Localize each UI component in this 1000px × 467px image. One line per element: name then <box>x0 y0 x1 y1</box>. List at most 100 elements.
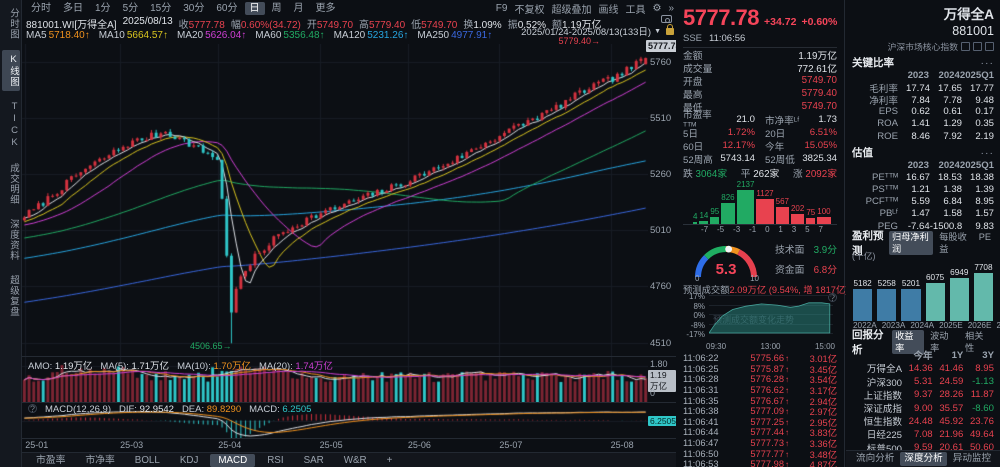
section-title-盈利预测: 盈利预测 归母净利润 每股收益 PE <box>852 230 994 257</box>
indicator-tab-市盈率[interactable]: 市盈率 <box>28 454 73 467</box>
more-icon[interactable]: ··· <box>981 147 995 159</box>
tool-画线[interactable]: 画线 <box>598 1 618 16</box>
vol-legend-item: MA(5): 1.71万亿 <box>100 361 170 372</box>
histogram-tick: 0 <box>765 225 770 234</box>
sidebar-item-TICK[interactable]: TICK <box>2 97 20 153</box>
index-name: 万得全A <box>943 7 994 22</box>
tool-不复权[interactable]: 不复权 <box>514 1 544 16</box>
earnings-tab-PE[interactable]: PE <box>976 231 994 255</box>
earnings-tab-每股收益[interactable]: 每股收益 <box>936 231 973 255</box>
add-icon[interactable] <box>985 42 994 51</box>
edit-icon[interactable] <box>961 42 970 51</box>
histogram-tick: 5 <box>805 225 810 234</box>
macd-legend-item: DEA: 89.8290 <box>181 404 242 415</box>
histogram-bar: 75 <box>806 208 816 224</box>
histogram-bar: 567 <box>775 197 789 224</box>
macd-badge: 6.2505 <box>648 416 678 426</box>
exchange-label: SSE <box>683 33 703 44</box>
indicator-tab-MACD[interactable]: MACD <box>210 453 256 467</box>
kline-panel: 分时 多日 1分 5分 15分 30分 60分日周月更多 F9 不复权 超级叠加 画线 工具 ⚙ » 2… <box>22 0 683 467</box>
more-icon[interactable]: ··· <box>981 57 995 69</box>
time-tick: 25-05 <box>319 440 343 450</box>
gauge-min: 0 <box>695 274 700 283</box>
symbol-label: 881001.WI[万得全A] <box>26 20 117 31</box>
indicator-tab-BOLL[interactable]: BOLL <box>127 454 168 467</box>
ratio-row: 5日 1.72% 20日 6.51% <box>683 127 837 140</box>
add-indicator-icon[interactable]: + <box>379 454 401 467</box>
period-tab-30分[interactable]: 30分 <box>178 2 209 15</box>
analysis-tab-流向分析[interactable]: 流向分析 <box>852 452 898 466</box>
indicator-tab-SAR[interactable]: SAR <box>296 454 332 467</box>
index-category-row: 沪深市场核心指数 <box>852 41 994 52</box>
earnings-tab-归母净利润[interactable]: 归母净利润 <box>889 230 934 255</box>
time-axis: 25-01 25-03 25-04 25-05 25-06 25-07 25-08 <box>22 438 676 451</box>
expand-icon[interactable]: » <box>668 3 674 14</box>
histogram-bar: 14 <box>699 211 709 224</box>
indicator-tab-KDJ[interactable]: KDJ <box>172 454 207 467</box>
section-title-估值: 估值 ··· <box>852 146 995 160</box>
histogram-tick: -1 <box>749 225 757 234</box>
histogram-tick: -3 <box>733 225 741 234</box>
candlestick-chart[interactable] <box>22 44 648 356</box>
period-tab-60分[interactable]: 60分 <box>211 2 242 15</box>
indicator-tab-W&R[interactable]: W&R <box>336 454 375 467</box>
trade-date: 2025/08/13 <box>122 16 173 27</box>
tool-F9[interactable]: F9 <box>496 3 508 14</box>
tool-工具[interactable]: 工具 <box>625 1 645 16</box>
forecast-x-tick: 09:30 <box>706 342 727 351</box>
period-tab-15分[interactable]: 15分 <box>145 2 176 15</box>
period-tab-月[interactable]: 月 <box>289 2 309 15</box>
table-row: 毛利率 17.74 17.65 17.77 <box>869 82 994 96</box>
period-tab-5分[interactable]: 5分 <box>118 2 144 15</box>
table-row: 净利率 7.84 7.78 9.48 <box>869 94 994 108</box>
volume-legend: AMO: 1.19万亿 MA(5): 1.71万亿 MA(10): 1.70万亿 MA… <box>28 358 333 372</box>
quote-field-收: 收5777.78 <box>178 20 225 31</box>
indicator-tab-RSI[interactable]: RSI <box>259 454 291 467</box>
vol-legend-item: MA(20): 1.74万亿 <box>259 361 333 372</box>
time-tick: 25-01 <box>25 440 49 450</box>
decliners-count: 3064家 <box>695 169 728 180</box>
analytics-panel: 万得全A 881001 沪深市场核心指数 关键比率 ··· 2023 2024 2025… <box>846 0 1000 467</box>
analysis-tab-深度分析[interactable]: 深度分析 <box>900 452 947 466</box>
help-icon[interactable]: ? <box>28 404 37 414</box>
period-tabs: 分时 多日 1分 5分 15分 30分 60分日周月更多 <box>26 1 341 15</box>
quote-time: 11:06:56 <box>709 33 746 44</box>
ma-label-MA60: MA60 5356.48↑ <box>255 30 325 41</box>
period-tab-多日[interactable]: 多日 <box>58 2 88 15</box>
last-price: 5777.78 <box>683 5 760 30</box>
histogram-axis: -7 -5 -3 -1 0 1 3 5 7 <box>683 225 837 235</box>
screenshot-icon[interactable] <box>661 15 672 23</box>
gear-icon[interactable]: ⚙ <box>652 3 661 14</box>
ratio-row: 52周高 5743.14 52周低 3825.34 <box>683 153 837 166</box>
sidebar-item-K线图[interactable]: K线图 <box>2 49 20 91</box>
period-tab-1分[interactable]: 1分 <box>90 2 116 15</box>
time-sales-list[interactable]: 11:06:22 5775.66↑ 3.01亿 11:06:25 5775.87↑ 3.4… <box>676 353 844 467</box>
returns-row-深证成指: 深证成指 9.00 35.57 -8.60 <box>863 402 994 416</box>
sidebar-item-深度资料[interactable]: 深度资料 <box>2 215 20 265</box>
sidebar-item-超级复盘[interactable]: 超级复盘 <box>2 271 20 321</box>
time-tick: 25-08 <box>610 440 634 450</box>
sidebar-item-成交明细[interactable]: 成交明细 <box>2 159 20 209</box>
table-row: PEᵀᵀᴹ 16.67 18.53 18.38 <box>872 171 994 183</box>
period-tab-日[interactable]: 日 <box>244 1 265 15</box>
quote-field-额: 额1.19万亿 <box>552 20 602 31</box>
analysis-tab-异动监控[interactable]: 异动监控 <box>949 452 995 466</box>
histogram-bar: 100 <box>817 207 831 224</box>
histogram-bar: 4 <box>693 212 698 224</box>
period-tab-分时[interactable]: 分时 <box>26 2 56 15</box>
sidebar-item-分时图[interactable]: 分时图 <box>2 4 20 44</box>
earnings-bar: 5201 <box>901 279 921 322</box>
tool-超级叠加[interactable]: 超级叠加 <box>551 1 591 16</box>
indicator-tab-市净率[interactable]: 市净率 <box>77 454 122 467</box>
chart-icon[interactable] <box>973 42 982 51</box>
volume-axis-zero: 0 <box>650 388 656 398</box>
price-tick: 5010 <box>650 225 672 237</box>
price-tick: 5760 <box>650 56 672 68</box>
sentiment-gauge: 5.3 0 10 <box>683 237 769 283</box>
market-breadth: 跌 3064家 平 262家 涨 2092家 <box>683 169 837 180</box>
period-tab-更多[interactable]: 更多 <box>311 2 341 15</box>
table-row: PBᴸᶠ 1.47 1.58 1.57 <box>879 208 994 220</box>
price-tick: 5510 <box>650 113 672 125</box>
period-tab-周[interactable]: 周 <box>267 2 287 15</box>
returns-row-恒生指数: 恒生指数 24.48 45.92 23.76 <box>863 415 994 429</box>
